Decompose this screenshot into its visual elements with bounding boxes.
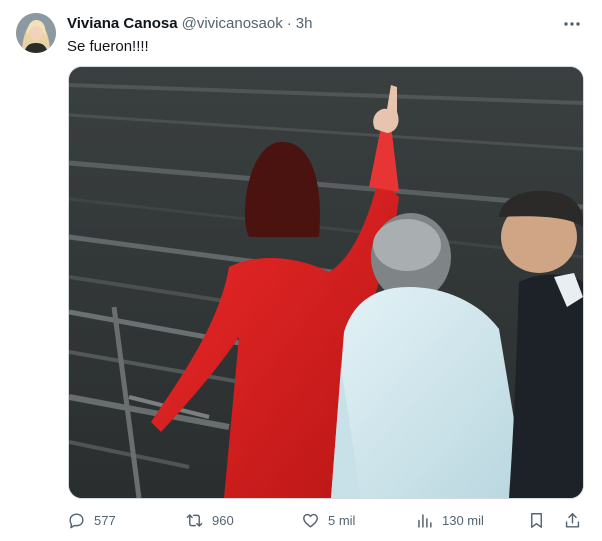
- author-name[interactable]: Viviana Canosa: [67, 15, 178, 32]
- like-count: 5 mil: [328, 512, 356, 528]
- reply-count: 577: [94, 512, 116, 528]
- views-count: 130 mil: [442, 512, 484, 528]
- views-chart-icon: [418, 513, 432, 528]
- like-button[interactable]: 5 mil: [301, 508, 355, 532]
- bookmark-button[interactable]: [527, 508, 546, 532]
- reply-icon: [69, 512, 84, 528]
- bookmark-icon: [531, 512, 542, 528]
- media-image: [69, 67, 583, 498]
- tweet-card[interactable]: Viviana Canosa @vivicanosaok · 3h Se fue…: [0, 0, 602, 541]
- tweet-header: Viviana Canosa @vivicanosaok · 3h: [67, 12, 312, 34]
- separator-dot: ·: [286, 14, 292, 32]
- tweet-time[interactable]: 3h: [296, 15, 313, 32]
- avatar-image: [16, 13, 56, 53]
- retweet-icon: [186, 513, 203, 527]
- retweet-count: 960: [212, 512, 234, 528]
- views-button[interactable]: 130 mil: [415, 508, 484, 532]
- avatar[interactable]: [16, 13, 56, 53]
- more-horizontal-icon: [564, 22, 580, 26]
- tweet-text: Se fueron!!!!: [67, 38, 149, 55]
- reply-button[interactable]: 577: [67, 508, 116, 532]
- retweet-button[interactable]: 960: [185, 508, 234, 532]
- author-handle[interactable]: @vivicanosaok: [182, 15, 283, 32]
- share-icon: [565, 512, 580, 528]
- heart-icon: [303, 513, 318, 528]
- tweet-actions: 577 960 5 mil 130 mil: [67, 508, 587, 532]
- more-options-button[interactable]: [560, 12, 584, 36]
- share-button[interactable]: [563, 508, 582, 532]
- tweet-media-photo[interactable]: [68, 66, 584, 499]
